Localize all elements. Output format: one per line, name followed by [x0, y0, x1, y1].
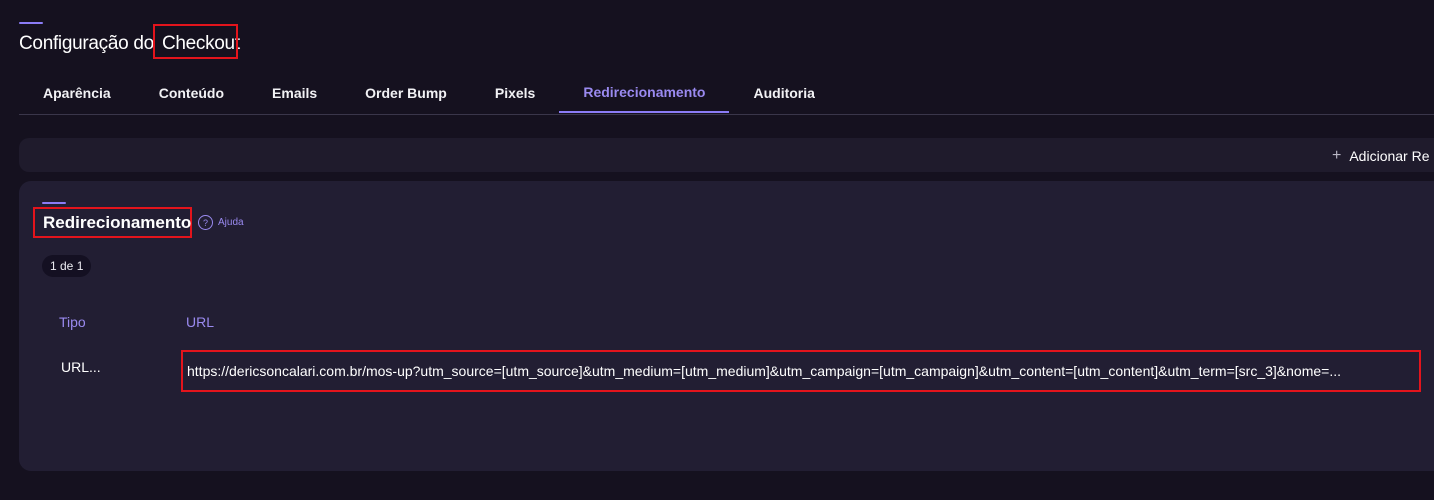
table-cell-url[interactable]: https://dericsoncalari.com.br/mos-up?utm… [181, 350, 1421, 392]
add-redirect-label: Adicionar Re [1349, 148, 1430, 164]
config-tabs: Aparência Conteúdo Emails Order Bump Pix… [19, 72, 1434, 115]
title-highlight-outline [153, 24, 238, 59]
tab-aparencia[interactable]: Aparência [19, 72, 135, 113]
column-header-tipo: Tipo [59, 314, 86, 330]
tab-pixels[interactable]: Pixels [471, 72, 559, 113]
tab-redirecionamento[interactable]: Redirecionamento [559, 72, 730, 113]
add-redirect-button[interactable]: + Adicionar Re [1332, 145, 1430, 167]
section-title-accent [42, 202, 66, 204]
column-header-url: URL [186, 314, 215, 330]
pagination-badge: 1 de 1 [42, 255, 92, 277]
tab-conteudo[interactable]: Conteúdo [135, 72, 248, 113]
help-label: Ajuda [218, 217, 244, 228]
page-title-accent [19, 22, 43, 24]
tab-emails[interactable]: Emails [248, 72, 341, 113]
question-circle-icon: ? [198, 215, 213, 230]
section-title: Redirecionamento [33, 207, 192, 238]
plus-icon: + [1332, 147, 1342, 164]
tab-order-bump[interactable]: Order Bump [341, 72, 471, 113]
action-bar [19, 138, 1434, 172]
help-link[interactable]: ? Ajuda [198, 215, 244, 230]
tab-auditoria[interactable]: Auditoria [729, 72, 838, 113]
table-cell-type: URL... [61, 359, 101, 375]
page-title-prefix: Configuração do [19, 33, 154, 54]
